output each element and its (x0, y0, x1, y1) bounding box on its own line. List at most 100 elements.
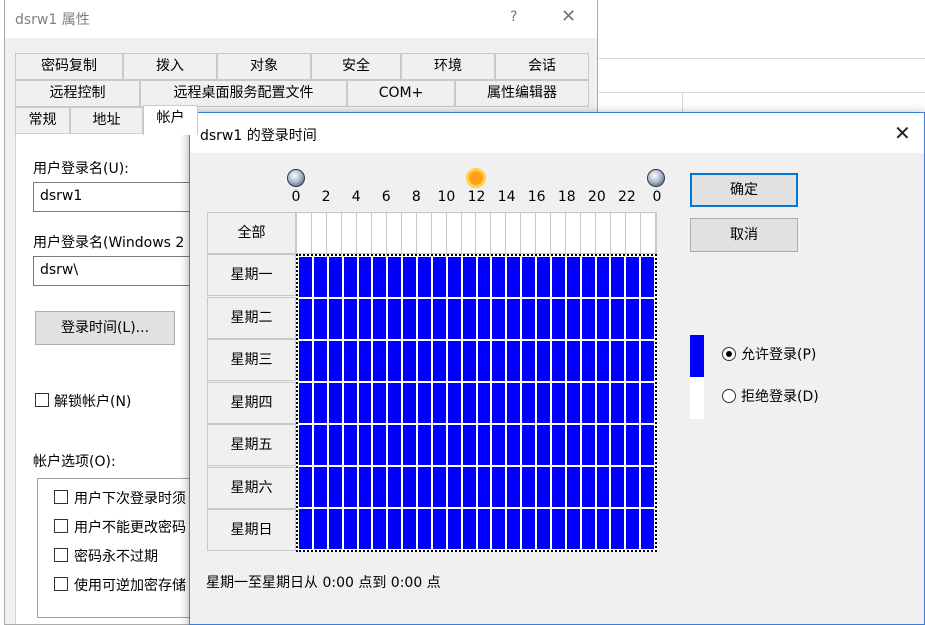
hour-cell[interactable] (417, 466, 432, 508)
hour-cell[interactable] (446, 298, 462, 340)
hour-cell[interactable] (446, 256, 462, 298)
hour-cell[interactable] (506, 340, 522, 382)
hour-cell[interactable] (372, 382, 388, 424)
hour-cell[interactable] (357, 340, 373, 382)
hour-cell[interactable] (491, 256, 507, 298)
deny-logon-radio[interactable] (722, 389, 736, 403)
hour-cell[interactable] (580, 508, 596, 550)
hour-cell[interactable] (402, 256, 417, 298)
logon-name-pre2000-input[interactable]: dsrw\ (33, 256, 203, 286)
hour-cell[interactable] (580, 466, 596, 508)
hour-cell[interactable] (550, 256, 566, 298)
hour-column-header[interactable] (506, 213, 522, 253)
hour-cell[interactable] (550, 382, 566, 424)
hour-column-header[interactable] (312, 213, 327, 253)
tab-remote-control[interactable]: 远程控制 (15, 80, 140, 107)
hour-cell[interactable] (610, 340, 626, 382)
hour-cell[interactable] (327, 298, 343, 340)
hour-cell[interactable] (417, 508, 432, 550)
hour-cell[interactable] (446, 424, 462, 466)
hour-cell[interactable] (446, 340, 462, 382)
hour-cell[interactable] (372, 298, 388, 340)
hour-cell[interactable] (506, 466, 522, 508)
hour-column-header[interactable] (521, 213, 537, 253)
hour-cell[interactable] (521, 298, 536, 340)
tab-password-replication[interactable]: 密码复制 (15, 53, 123, 80)
hour-cell[interactable] (521, 466, 536, 508)
hour-cell[interactable] (402, 298, 417, 340)
hour-column-header[interactable] (536, 213, 552, 253)
hour-cell[interactable] (342, 508, 358, 550)
hour-header-strip[interactable] (296, 212, 657, 254)
hour-cell[interactable] (565, 340, 581, 382)
hour-cell[interactable] (372, 340, 388, 382)
tab-account[interactable]: 帐户 (143, 105, 198, 135)
hour-cell[interactable] (565, 508, 581, 550)
hour-cell[interactable] (298, 424, 313, 466)
hour-cell[interactable] (521, 340, 536, 382)
hour-cell[interactable] (402, 382, 417, 424)
hour-cell[interactable] (342, 382, 358, 424)
hour-cell[interactable] (476, 340, 492, 382)
hour-cell[interactable] (461, 508, 477, 550)
day-row-header[interactable]: 星期五 (207, 424, 296, 466)
hour-cell[interactable] (491, 382, 507, 424)
cancel-button[interactable]: 取消 (690, 218, 798, 252)
unlock-account-checkbox[interactable] (35, 393, 49, 407)
hour-cell[interactable] (550, 424, 566, 466)
hour-cell[interactable] (640, 466, 655, 508)
hour-cell[interactable] (521, 424, 536, 466)
all-hours-button[interactable]: 全部 (207, 212, 296, 254)
hour-cell[interactable] (610, 508, 626, 550)
hour-cell[interactable] (640, 256, 655, 298)
hour-column-header[interactable] (402, 213, 417, 253)
hour-cell[interactable] (312, 466, 328, 508)
hour-cell[interactable] (461, 382, 477, 424)
hour-cell[interactable] (431, 298, 447, 340)
hour-cell[interactable] (550, 466, 566, 508)
hour-cell[interactable] (357, 382, 373, 424)
hour-cell[interactable] (536, 340, 551, 382)
ok-button[interactable]: 确定 (690, 173, 798, 207)
hour-cell[interactable] (417, 382, 432, 424)
hour-cell[interactable] (431, 508, 447, 550)
hour-cell[interactable] (580, 298, 596, 340)
hour-cell[interactable] (357, 298, 373, 340)
hour-cell[interactable] (565, 298, 581, 340)
hour-cell[interactable] (640, 424, 655, 466)
hour-column-header[interactable] (327, 213, 342, 253)
hour-cell[interactable] (461, 424, 477, 466)
tab-general[interactable]: 常规 (15, 107, 70, 134)
hour-cell[interactable] (610, 424, 626, 466)
hour-cell[interactable] (387, 382, 403, 424)
hour-cell[interactable] (327, 466, 343, 508)
tab-attribute-editor[interactable]: 属性编辑器 (455, 80, 589, 107)
hour-column-header[interactable] (387, 213, 402, 253)
hour-cell[interactable] (357, 424, 373, 466)
account-option-checkbox[interactable] (54, 577, 68, 591)
properties-close-button[interactable]: ✕ (561, 6, 576, 27)
hour-cell[interactable] (506, 424, 522, 466)
hour-cell[interactable] (521, 508, 536, 550)
hour-cell[interactable] (565, 256, 581, 298)
hour-cell[interactable] (327, 508, 343, 550)
logon-hours-grid[interactable] (296, 254, 657, 552)
hour-cell[interactable] (387, 298, 403, 340)
day-row-header[interactable]: 星期四 (207, 381, 296, 424)
hour-cell[interactable] (431, 424, 447, 466)
hour-cell[interactable] (550, 508, 566, 550)
hour-cell[interactable] (550, 298, 566, 340)
hour-cell[interactable] (372, 424, 388, 466)
hour-cell[interactable] (610, 298, 626, 340)
hour-cell[interactable] (625, 256, 641, 298)
hour-cell[interactable] (625, 298, 641, 340)
hour-cell[interactable] (461, 298, 477, 340)
hour-cell[interactable] (625, 340, 641, 382)
hour-cell[interactable] (521, 256, 536, 298)
hour-cell[interactable] (387, 340, 403, 382)
hour-cell[interactable] (595, 340, 611, 382)
hour-cell[interactable] (506, 298, 522, 340)
tab-rds-profile[interactable]: 远程桌面服务配置文件 (140, 80, 347, 107)
hour-cell[interactable] (327, 382, 343, 424)
hour-cell[interactable] (491, 424, 507, 466)
